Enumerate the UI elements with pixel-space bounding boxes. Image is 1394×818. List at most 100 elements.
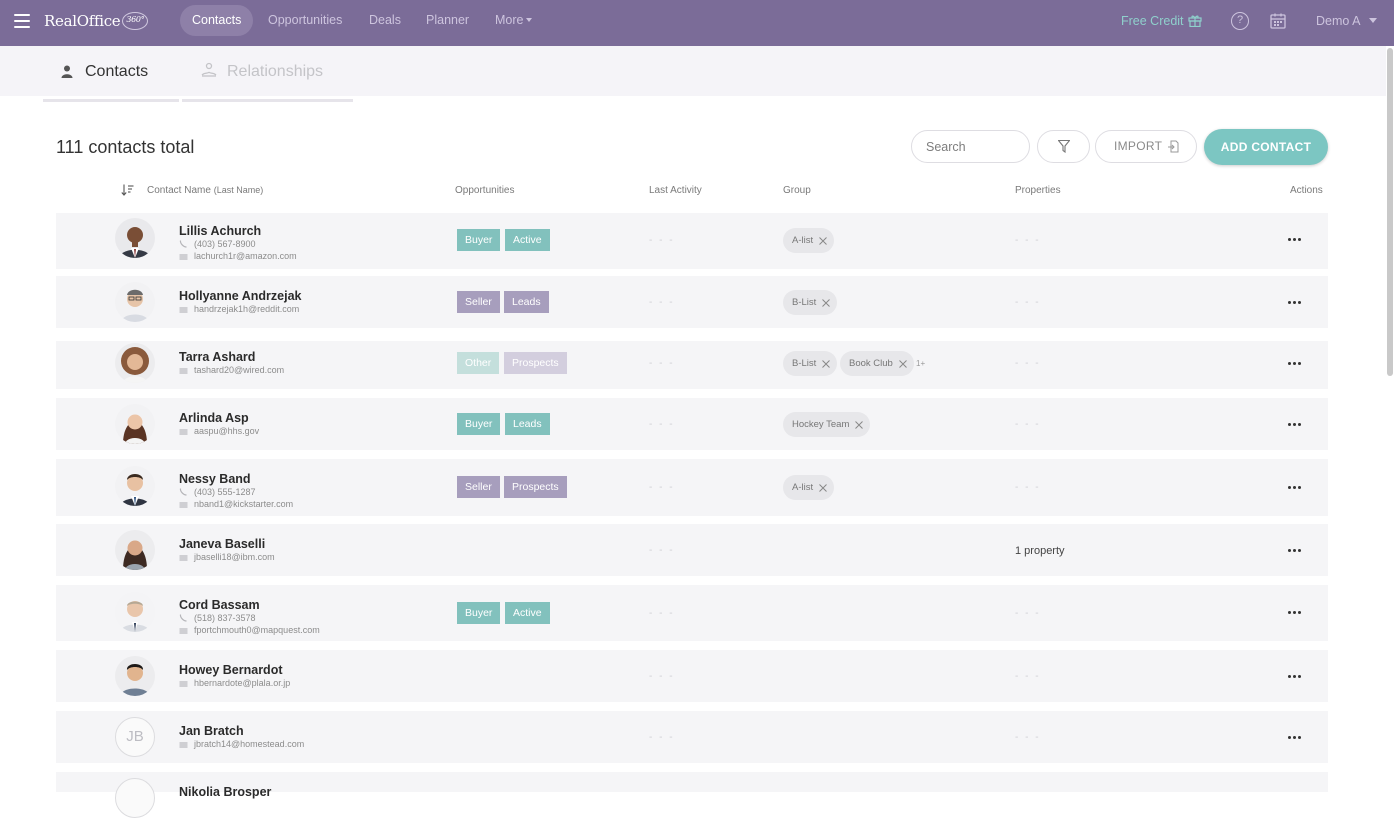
filter-button[interactable] xyxy=(1037,130,1090,163)
sort-icon[interactable] xyxy=(121,184,134,196)
close-icon[interactable] xyxy=(822,360,831,368)
opportunity-tag[interactable]: Leads xyxy=(505,413,550,435)
opportunity-tag[interactable]: Prospects xyxy=(504,352,567,374)
close-icon[interactable] xyxy=(898,360,907,368)
app-logo[interactable]: RealOffice 360° xyxy=(44,12,149,30)
phone-icon xyxy=(179,614,187,622)
person-icon xyxy=(61,65,73,78)
avatar[interactable] xyxy=(115,218,155,258)
tab-underline xyxy=(43,99,179,102)
contact-email: lachurch1r@amazon.com xyxy=(194,251,297,261)
group-chip[interactable]: A-list xyxy=(783,475,835,500)
contact-email: tashard20@wired.com xyxy=(194,365,285,375)
avatar[interactable] xyxy=(115,656,155,696)
group-chip[interactable]: Book Club xyxy=(840,351,914,376)
add-contact-button[interactable]: ADD CONTACT xyxy=(1204,129,1328,165)
more-actions-icon[interactable] xyxy=(1288,548,1304,554)
nav-more[interactable]: More xyxy=(483,5,544,36)
import-button[interactable]: IMPORT xyxy=(1095,130,1197,163)
group-chip[interactable]: B-List xyxy=(783,290,838,315)
opportunity-tag[interactable]: Buyer xyxy=(457,413,501,435)
calendar-icon[interactable] xyxy=(1269,12,1287,30)
user-menu[interactable]: Demo A xyxy=(1316,14,1378,28)
table-row[interactable]: Arlinda Asp aaspu@hhs.gov Buyer Leads - … xyxy=(56,398,1328,450)
more-actions-icon[interactable] xyxy=(1288,422,1304,428)
table-row[interactable]: Tarra Ashard tashard20@wired.com Other P… xyxy=(56,341,1328,389)
avatar[interactable] xyxy=(115,343,155,383)
group-chip[interactable]: B-List xyxy=(783,351,838,376)
avatar[interactable] xyxy=(115,778,155,818)
properties-value: - - - xyxy=(1015,671,1041,682)
opportunity-tag[interactable]: Seller xyxy=(457,291,500,313)
avatar[interactable]: JB xyxy=(115,717,155,757)
contact-email: aaspu@hhs.gov xyxy=(194,426,260,436)
avatar[interactable] xyxy=(115,282,155,322)
close-icon[interactable] xyxy=(819,484,827,492)
close-icon[interactable] xyxy=(855,421,864,429)
more-actions-icon[interactable] xyxy=(1288,674,1304,680)
contact-name[interactable]: Jan Bratch xyxy=(179,724,244,738)
table-row[interactable]: Nikolia Brosper xyxy=(56,772,1328,818)
contact-name[interactable]: Tarra Ashard xyxy=(179,350,255,364)
contact-name[interactable]: Janeva Baselli xyxy=(179,537,265,551)
more-actions-icon[interactable] xyxy=(1288,735,1304,741)
table-row[interactable]: Howey Bernardot hbernardote@plala.or.jp … xyxy=(56,650,1328,702)
tab-contacts[interactable]: Contacts xyxy=(43,46,179,102)
tab-relationships-label: Relationships xyxy=(227,63,324,80)
logo-badge: 360° xyxy=(122,12,149,30)
table-row[interactable]: Janeva Baselli jbaselli18@ibm.com - - - … xyxy=(56,524,1328,576)
avatar[interactable] xyxy=(115,404,155,444)
contact-name[interactable]: Nikolia Brosper xyxy=(179,785,271,799)
table-row[interactable]: JB Jan Bratch jbratch14@homestead.com - … xyxy=(56,711,1328,763)
table-row[interactable]: Nessy Band (403) 555-1287 nband1@kicksta… xyxy=(56,459,1328,516)
table-row[interactable]: Cord Bassam (518) 837-3578 fportchmouth0… xyxy=(56,585,1328,641)
avatar[interactable] xyxy=(115,466,155,506)
table-row[interactable]: Lillis Achurch (403) 567-8900 lachurch1r… xyxy=(56,213,1328,269)
search-input[interactable] xyxy=(911,130,1030,163)
opportunity-tag[interactable]: Prospects xyxy=(504,476,567,498)
properties-value: - - - xyxy=(1015,482,1041,493)
hamburger-menu-icon[interactable] xyxy=(14,14,30,28)
nav-deals[interactable]: Deals xyxy=(357,5,413,36)
header-contact-name[interactable]: Contact Name (Last Name) xyxy=(147,185,263,196)
close-icon[interactable] xyxy=(819,237,827,245)
opportunity-tag[interactable]: Buyer xyxy=(457,602,501,624)
user-name: Demo A xyxy=(1316,14,1361,28)
close-icon[interactable] xyxy=(822,299,831,307)
contact-name[interactable]: Arlinda Asp xyxy=(179,411,249,425)
opportunity-tag[interactable]: Leads xyxy=(504,291,549,313)
contact-email: jbratch14@homestead.com xyxy=(194,739,305,749)
contact-name[interactable]: Hollyanne Andrzejak xyxy=(179,289,302,303)
opportunity-tag[interactable]: Seller xyxy=(457,476,500,498)
contact-name[interactable]: Nessy Band xyxy=(179,472,251,486)
contact-name[interactable]: Howey Bernardot xyxy=(179,663,283,677)
opportunity-tag[interactable]: Buyer xyxy=(457,229,501,251)
gift-icon[interactable] xyxy=(1188,14,1202,27)
more-actions-icon[interactable] xyxy=(1288,610,1304,616)
relationships-icon xyxy=(201,62,217,77)
opportunity-tag[interactable]: Active xyxy=(505,229,550,251)
more-groups-count[interactable]: 1+ xyxy=(916,359,925,368)
avatar[interactable] xyxy=(115,530,155,570)
opportunity-tag[interactable]: Other xyxy=(457,352,500,374)
contact-name[interactable]: Lillis Achurch xyxy=(179,224,261,238)
nav-planner[interactable]: Planner xyxy=(414,5,481,36)
more-actions-icon[interactable] xyxy=(1288,237,1304,243)
help-icon[interactable]: ? xyxy=(1231,12,1249,30)
table-row[interactable]: Hollyanne Andrzejak handrzejak1h@reddit.… xyxy=(56,276,1328,328)
scrollbar-thumb[interactable] xyxy=(1387,48,1393,376)
tab-relationships[interactable]: Relationships xyxy=(182,46,353,102)
contact-name[interactable]: Cord Bassam xyxy=(179,598,260,612)
more-actions-icon[interactable] xyxy=(1288,300,1304,306)
more-actions-icon[interactable] xyxy=(1288,485,1304,491)
last-activity: - - - xyxy=(649,419,675,430)
nav-opportunities[interactable]: Opportunities xyxy=(256,5,354,36)
group-chip[interactable]: Hockey Team xyxy=(783,412,871,437)
more-actions-icon[interactable] xyxy=(1288,361,1304,367)
group-chip[interactable]: A-list xyxy=(783,228,835,253)
free-credit-link[interactable]: Free Credit xyxy=(1121,14,1184,28)
properties-value[interactable]: 1 property xyxy=(1015,545,1065,557)
opportunity-tag[interactable]: Active xyxy=(505,602,550,624)
nav-contacts[interactable]: Contacts xyxy=(180,5,254,36)
avatar[interactable] xyxy=(115,592,155,632)
